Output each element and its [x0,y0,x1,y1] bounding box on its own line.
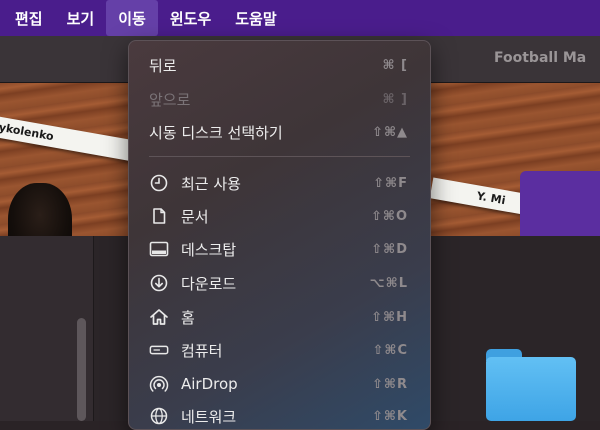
menu-item-label: 컴퓨터 [181,341,223,360]
home-icon [149,307,169,327]
menu-help[interactable]: 도움말 [223,0,288,36]
menu-separator [149,156,410,157]
menu-item-shortcut: ⇧⌘F [373,175,408,191]
menu-window[interactable]: 윈도우 [158,0,223,36]
menu-edit[interactable]: 편집 [0,0,55,36]
menu-bar: 편집 보기 이동 윈도우 도움말 [0,0,600,36]
menu-item-shortcut: ⇧⌘H [371,309,408,325]
document-icon [149,206,169,226]
menu-item-label: 데스크탑 [181,240,237,259]
menu-item-startup-disk[interactable]: 시동 디스크 선택하기 ⇧⌘▲ [129,117,430,147]
menu-item-label: 앞으로 [149,90,191,109]
menu-item-documents[interactable]: 문서 ⇧⌘O [129,201,430,231]
go-menu: 뒤로 ⌘ [ 앞으로 ⌘ ] 시동 디스크 선택하기 ⇧⌘▲ 최근 사용 ⇧⌘F… [128,40,431,430]
menu-go[interactable]: 이동 [106,0,158,36]
folder-icon[interactable] [486,349,576,421]
menu-item-downloads[interactable]: 다운로드 ⌥⌘L [129,268,430,298]
menu-item-shortcut: ⌘ ] [382,91,408,107]
menu-item-shortcut: ⇧⌘▲ [372,124,408,140]
menu-item-shortcut: ⇧⌘O [370,208,408,224]
menu-item-label: 문서 [181,207,209,226]
network-icon [149,406,169,426]
window-title: Football Ma [494,50,587,66]
menu-view[interactable]: 보기 [55,0,107,36]
menu-item-airdrop[interactable]: AirDrop ⇧⌘R [129,369,430,399]
menu-item-shortcut: ⇧⌘K [371,408,408,424]
menu-item-home[interactable]: 홈 ⇧⌘H [129,302,430,332]
menu-item-label: 다운로드 [181,274,237,293]
player-head [8,183,72,236]
computer-icon [149,340,169,360]
download-icon [149,273,169,293]
menu-item-label: 최근 사용 [181,174,241,193]
clock-icon [149,173,169,193]
menu-item-shortcut: ⇧⌘R [372,376,408,392]
menu-item-recents[interactable]: 최근 사용 ⇧⌘F [129,168,430,198]
menu-item-shortcut: ⇧⌘C [372,342,408,358]
purple-card [520,171,600,236]
menu-item-label: 뒤로 [149,56,177,75]
sidebar-scrollbar[interactable] [77,318,86,421]
menu-item-network[interactable]: 네트워크 ⇧⌘K [129,401,430,429]
menu-item-label: AirDrop [181,375,238,393]
nameplate-left: ykolenko [0,115,137,162]
menu-item-forward: 앞으로 ⌘ ] [129,84,430,114]
menu-item-shortcut: ⌘ [ [382,57,408,73]
menu-item-shortcut: ⌥⌘L [369,275,408,291]
desktop-icon [149,239,169,259]
airdrop-icon [149,374,169,394]
menu-item-label: 홈 [181,308,195,327]
menu-item-computer[interactable]: 컴퓨터 ⇧⌘C [129,335,430,365]
menu-item-label: 네트워크 [181,407,237,426]
menu-item-desktop[interactable]: 데스크탑 ⇧⌘D [129,234,430,264]
menu-item-shortcut: ⇧⌘D [371,241,408,257]
menu-item-back[interactable]: 뒤로 ⌘ [ [129,50,430,80]
menu-item-label: 시동 디스크 선택하기 [149,123,283,142]
